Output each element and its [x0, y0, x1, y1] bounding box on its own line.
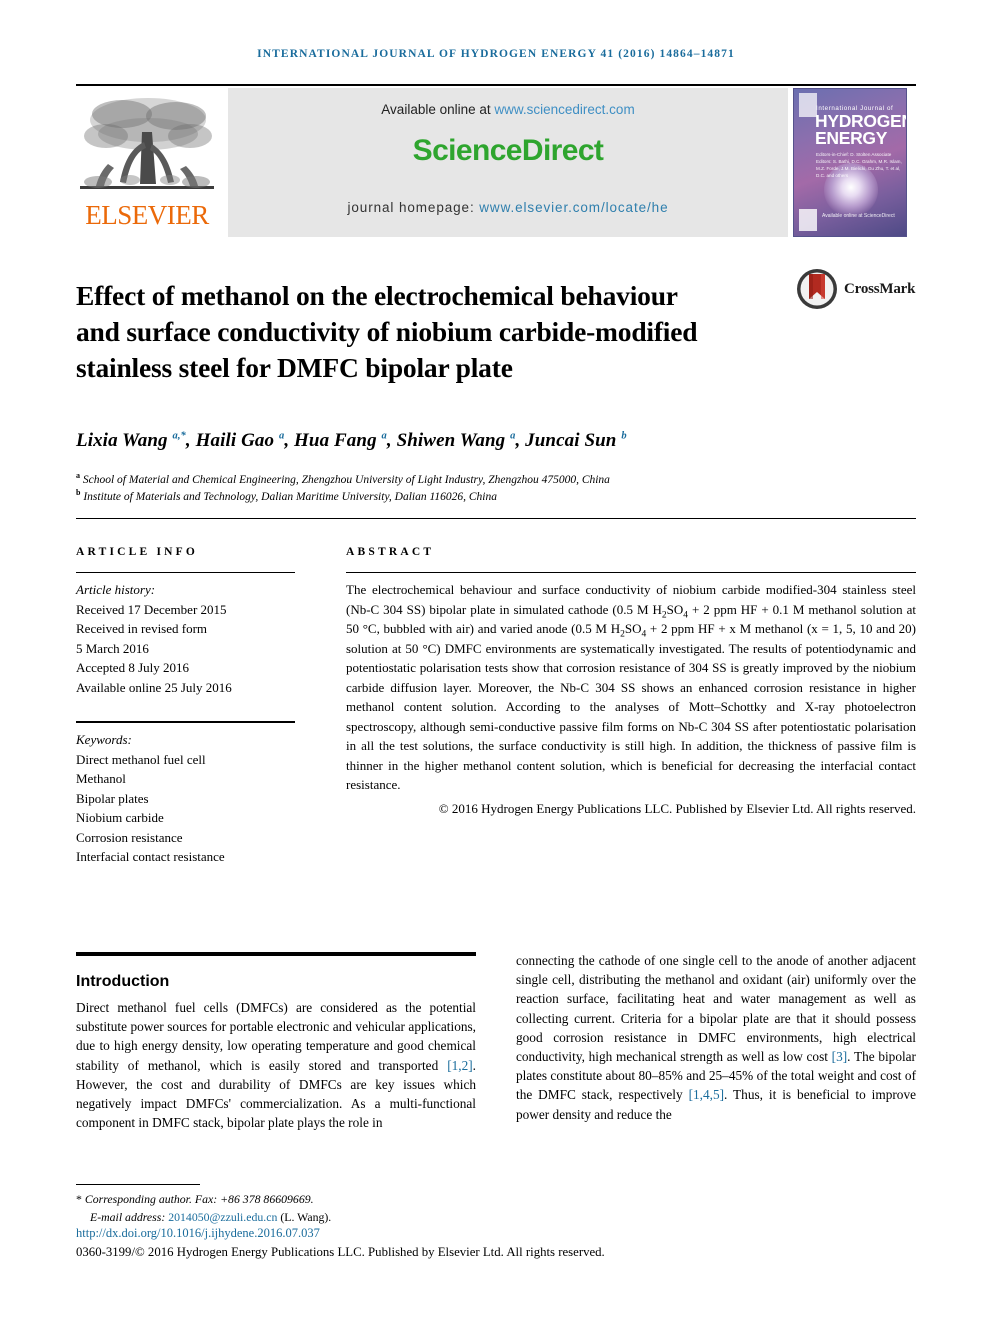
info-rule-middle — [76, 721, 295, 723]
author-name: Juncai Sun — [525, 430, 622, 451]
info-rule-top — [76, 572, 295, 573]
crossmark-badge[interactable]: CrossMark — [796, 268, 921, 312]
page-title: Effect of methanol on the electrochemica… — [76, 280, 698, 384]
issn-copyright-line: 0360-3199/© 2016 Hydrogen Energy Publica… — [76, 1245, 605, 1259]
footnote-rule — [76, 1184, 200, 1185]
abstract-body: The electrochemical behaviour and surfac… — [346, 580, 916, 818]
journal-homepage-prefix: journal homepage: — [347, 200, 480, 215]
corresponding-author-text: Corresponding author. Fax: +86 378 86609… — [84, 1192, 314, 1206]
affiliation-text: School of Material and Chemical Engineer… — [80, 474, 610, 486]
chemical-subscript: 2 — [661, 610, 667, 621]
article-history-item: Available online 25 July 2016 — [76, 679, 232, 695]
introduction-rule — [76, 952, 476, 956]
article-history-block: Article history: Received 17 December 201… — [76, 580, 306, 697]
cover-title-line-2: ENERGY — [815, 128, 888, 148]
article-history-item: 5 March 2016 — [76, 640, 149, 656]
author-separator: , — [515, 430, 526, 451]
affiliation-text: Institute of Materials and Technology, D… — [80, 491, 497, 503]
article-info-heading: ARTICLE INFO — [76, 546, 199, 558]
article-history-item: Received in revised form — [76, 621, 208, 636]
sciencedirect-url[interactable]: www.sciencedirect.com — [494, 102, 634, 117]
keyword-item: Niobium carbide — [76, 810, 164, 825]
email-label: E-mail address: — [90, 1209, 166, 1224]
author-separator: , — [284, 430, 295, 451]
available-online-prefix: Available online at — [381, 102, 495, 117]
intro-paragraph-right: connecting the cathode of one single cel… — [516, 953, 916, 1122]
article-history-item: Accepted 8 July 2016 — [76, 660, 190, 675]
sciencedirect-banner: Available online at www.sciencedirect.co… — [228, 88, 788, 237]
intro-paragraph-left: Direct methanol fuel cells (DMFCs) are c… — [76, 1000, 476, 1131]
cover-sciencedirect-label: Available online at ScienceDirect — [822, 213, 895, 219]
crossmark-label: CrossMark — [844, 281, 916, 297]
email-address[interactable]: 2014050@zzuli.edu.cn — [168, 1210, 277, 1224]
article-history-item: Received 17 December 2015 — [76, 601, 227, 617]
keywords-block: Keywords: Direct methanol fuel cell Methan… — [76, 730, 306, 867]
chemical-subscript: 4 — [641, 629, 647, 640]
affiliation-b: b Institute of Materials and Technology,… — [76, 489, 916, 506]
author-name: Lixia Wang — [76, 430, 173, 451]
masthead: ELSEVIER Available online at www.science… — [76, 88, 916, 238]
elsevier-wordmark: ELSEVIER — [85, 200, 209, 230]
author-separator: , — [185, 430, 196, 451]
author-list: Lixia Wang a,*, Haili Gao a, Hua Fang a,… — [76, 430, 916, 452]
sciencedirect-wordmark: ScienceDirect — [412, 134, 604, 167]
elsevier-logo: ELSEVIER — [76, 88, 218, 238]
chemical-subscript: 4 — [683, 610, 688, 621]
article-history-label: Article history: — [76, 582, 156, 597]
author-affiliation-mark: b — [621, 430, 627, 442]
crossmark-icon — [797, 269, 837, 309]
asterisk-icon: * — [76, 1192, 85, 1206]
email-owner: (L. Wang). — [280, 1209, 332, 1224]
journal-cover-thumbnail: International Journal of HYDROGEN ENERGY… — [793, 88, 907, 237]
keyword-item: Direct methanol fuel cell — [76, 751, 206, 767]
footnote-block: * Corresponding author. Fax: +86 378 866… — [76, 1191, 916, 1226]
keyword-item: Interfacial contact resistance — [76, 849, 225, 864]
citation-link[interactable]: [3] — [832, 1049, 848, 1064]
elsevier-tree-icon — [80, 98, 214, 189]
journal-homepage-url[interactable]: www.elsevier.com/locate/he — [479, 200, 668, 215]
keyword-item: Methanol — [76, 771, 126, 786]
available-online-line: Available online at www.sciencedirect.co… — [228, 102, 788, 117]
citation-link[interactable]: [1,4,5] — [689, 1087, 724, 1102]
journal-homepage-line: journal homepage: www.elsevier.com/locat… — [228, 200, 788, 215]
author-name: Shiwen Wang — [396, 430, 511, 451]
author-affiliation-mark: a,* — [172, 430, 186, 442]
info-section-rule — [76, 518, 916, 519]
email-line: E-mail address: 2014050@zzuli.edu.cn (L.… — [76, 1209, 916, 1227]
author-name: Hua Fang — [294, 430, 382, 451]
keyword-item: Corrosion resistance — [76, 829, 183, 845]
section-title-introduction: Introduction — [76, 973, 170, 991]
keywords-label: Keywords: — [76, 732, 132, 747]
author-separator: , — [386, 430, 397, 451]
affiliation-a: a School of Material and Chemical Engine… — [76, 472, 916, 489]
abstract-heading: ABSTRACT — [346, 546, 435, 558]
keyword-item: Bipolar plates — [76, 790, 149, 806]
body-column-right: connecting the cathode of one single cel… — [516, 951, 916, 1124]
abstract-rule-top — [346, 572, 916, 573]
corresponding-author-note: * Corresponding author. Fax: +86 378 866… — [76, 1191, 916, 1209]
cover-editors: Editors-in-Chief: D. Stolten Associate E… — [816, 152, 902, 179]
abstract-copyright: © 2016 Hydrogen Energy Publications LLC.… — [438, 800, 916, 816]
body-column-left: Direct methanol fuel cells (DMFCs) are c… — [76, 998, 476, 1132]
cover-publisher-mark — [799, 209, 817, 231]
running-head: INTERNATIONAL JOURNAL OF HYDROGEN ENERGY… — [257, 48, 735, 60]
doi-link[interactable]: http://dx.doi.org/10.1016/j.ijhydene.201… — [76, 1226, 320, 1241]
citation-link[interactable]: [1,2] — [447, 1058, 472, 1073]
chemical-subscript: 2 — [620, 629, 625, 640]
journal-article-page: INTERNATIONAL JOURNAL OF HYDROGEN ENERGY… — [0, 0, 992, 1323]
abstract-text: The electrochemical behaviour and surfac… — [346, 582, 916, 792]
header-rule — [76, 84, 916, 86]
author-name: Haili Gao — [195, 430, 279, 451]
